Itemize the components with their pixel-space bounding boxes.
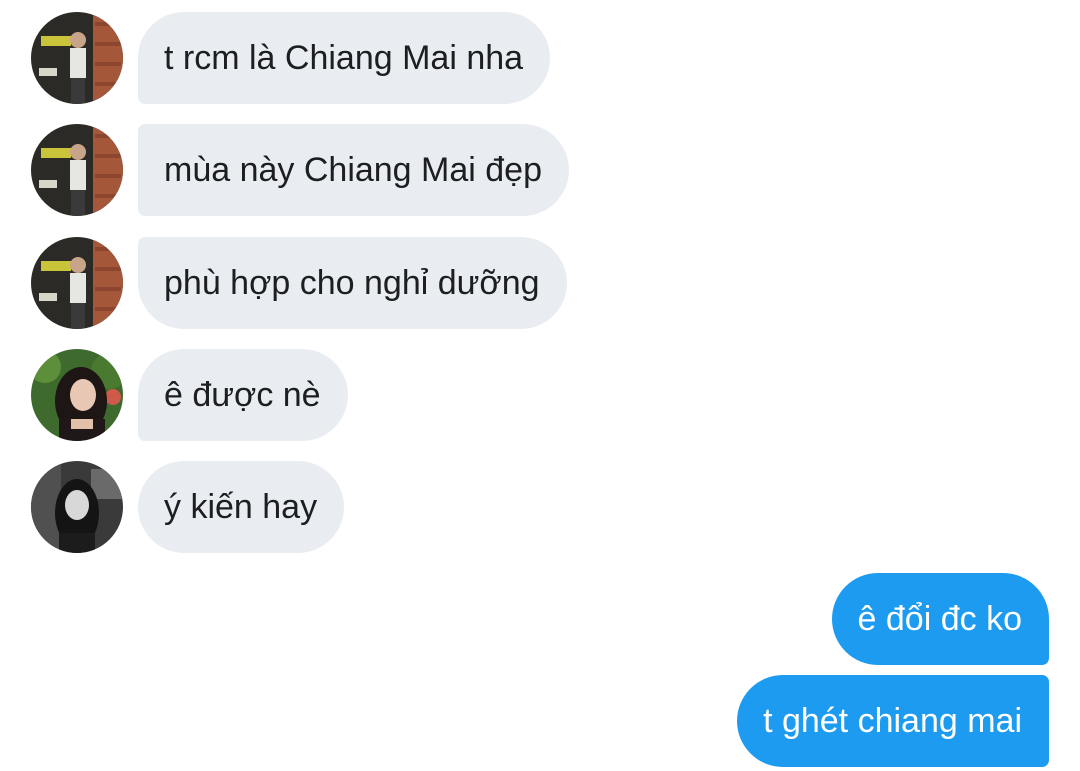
message-text: t ghét chiang mai bbox=[763, 701, 1022, 740]
message-bubble-incoming[interactable]: ê được nè bbox=[138, 349, 348, 441]
sender-avatar-a-icon[interactable] bbox=[31, 124, 123, 216]
message-text: t rcm là Chiang Mai nha bbox=[164, 38, 524, 77]
sender-avatar-c-icon[interactable] bbox=[31, 461, 123, 553]
message-text: phù hợp cho nghỉ dưỡng bbox=[164, 263, 540, 302]
message-text: ê đổi đc ko bbox=[857, 599, 1022, 638]
message-text: ý kiến hay bbox=[164, 487, 318, 526]
message-bubble-incoming[interactable]: mùa này Chiang Mai đẹp bbox=[138, 124, 570, 216]
message-text: ê được nè bbox=[164, 375, 321, 414]
message-bubble-outgoing[interactable]: ê đổi đc ko bbox=[831, 573, 1049, 665]
sender-avatar-a-icon[interactable] bbox=[31, 237, 123, 329]
message-text: mùa này Chiang Mai đẹp bbox=[164, 150, 543, 189]
sender-avatar-b-icon[interactable] bbox=[31, 349, 123, 441]
message-bubble-outgoing[interactable]: t ghét chiang mai bbox=[737, 675, 1049, 767]
message-bubble-incoming[interactable]: ý kiến hay bbox=[138, 461, 345, 553]
message-bubble-incoming[interactable]: t rcm là Chiang Mai nha bbox=[138, 12, 551, 104]
message-thread: t rcm là Chiang Mai nha mùa này Chiang M… bbox=[0, 0, 1080, 771]
message-bubble-incoming[interactable]: phù hợp cho nghỉ dưỡng bbox=[138, 237, 567, 329]
sender-avatar-a-icon[interactable] bbox=[31, 12, 123, 104]
